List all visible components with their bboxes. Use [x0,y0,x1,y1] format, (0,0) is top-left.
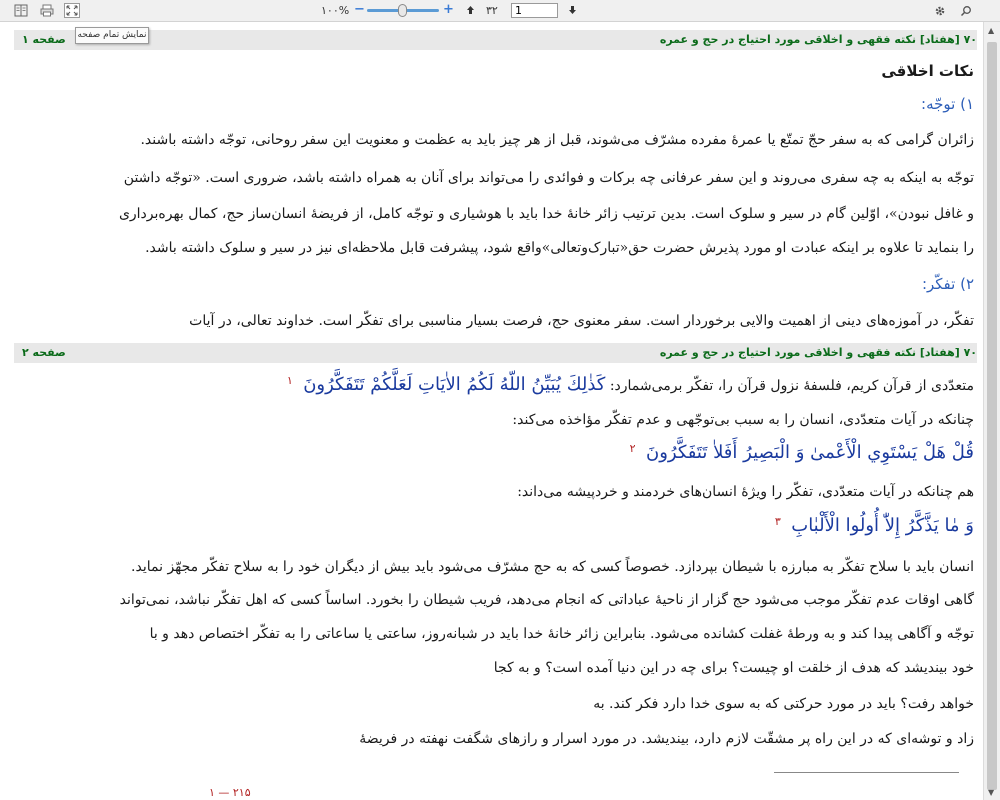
paragraph-line: متعدّدی از قرآن کریم، فلسفۀ نزول قرآن را… [287,374,974,395]
tooltip: نمایش تمام صفحه [75,27,149,44]
paragraph-line: و غافل نبودن»، اوّلین گام در سیر و سلوک … [118,206,974,222]
paragraph-line: توجّه به اینکه به چه سفری می‌روند و این … [123,170,974,186]
paragraph-line: تفکّر، در آموزه‌های دینی از اهمیت والایی… [189,313,974,329]
document-view[interactable]: ۷۰ [هفتاد] نکته فقهی و اخلاقی مورد احتیا… [0,22,983,800]
page-label: صفحه ۲ [22,346,66,359]
paragraph-line: چنانکه در آیات متعدّدی، انسان را به سبب … [512,412,974,428]
paragraph-line: توجّه و آگاهی پیدا کند و به ورطۀ غفلت کش… [149,626,974,642]
quran-verse: وَ مٰا يَذَّكَّرُ إِلاّٰ أُولُوا الْأَلْ… [791,515,974,536]
zoom-in-button[interactable]: + [443,2,454,17]
page-label: صفحه ۱ [22,33,66,46]
arrow-up-icon[interactable] [462,3,478,18]
scroll-up-icon[interactable]: ▲ [988,26,994,35]
footnote-ref[interactable]: ۲ [630,442,636,455]
book-icon[interactable] [13,3,29,18]
zoom-out-button[interactable]: − [354,2,365,17]
book-title: ۷۰ [هفتاد] نکته فقهی و اخلاقی مورد احتیا… [659,33,977,46]
toolbar: ۱۰۰% − + ۳۲ [0,0,1000,22]
page-total: ۳۲ [486,4,498,17]
paragraph-line: زاد و توشه‌ای که در این راه پر مشقّت لاز… [359,731,974,747]
vertical-scrollbar[interactable]: ▲ ▼ [983,22,1000,800]
footnote-divider [774,772,959,773]
paragraph-line: هم چنانکه در آیات متعدّدی، تفکّر را ویژۀ… [517,484,974,500]
section-heading: نکات اخلاقی [881,62,974,80]
page-header-2: ۷۰ [هفتاد] نکته فقهی و اخلاقی مورد احتیا… [14,343,977,363]
search-icon[interactable] [958,3,974,18]
paragraph-line: خود بیندیشد که هدف از خلقت او چیست؟ برای… [493,660,974,676]
paragraph-line: انسان باید با سلاح تفکّر به مبارزه با شی… [131,559,974,575]
arrow-down-icon[interactable] [564,3,580,18]
subheading-attention: ۱) توجّه: [921,95,974,113]
paragraph-line: را بنماید تا علاوه بر اینکه عبادت او مور… [145,240,974,256]
paragraph-line: خواهد رفت؟ باید در مورد حرکتی که به سوی … [593,696,974,712]
book-title: ۷۰ [هفتاد] نکته فقهی و اخلاقی مورد احتیا… [659,346,977,359]
scroll-thumb[interactable] [987,42,997,790]
footnote-ref[interactable]: ۱ [287,374,293,387]
print-icon[interactable] [39,3,55,18]
paragraph-line: زائران گرامی که به سفر حجّ تمتّع یا عمرۀ… [140,132,974,148]
subheading-reflection: ۲) تفکّر: [921,275,974,293]
footnote-ref[interactable]: ۳ [775,515,781,528]
paragraph-line: گاهی اوقات عدم تفکّر موجب می‌شود حج گزار… [119,592,974,608]
text-run: متعدّدی از قرآن کریم، فلسفۀ نزول قرآن را… [609,378,974,394]
verse-line: قُلْ هَلْ يَسْتَوِي الْأَعْمىٰ وَ الْبَص… [630,442,974,463]
fullscreen-icon[interactable] [64,3,80,18]
zoom-slider-thumb[interactable] [398,4,407,17]
page-header-1: ۷۰ [هفتاد] نکته فقهی و اخلاقی مورد احتیا… [14,30,977,50]
page-number-input[interactable] [511,3,558,18]
page-number: ۱ — ۲۱۵ [209,786,251,799]
scroll-down-icon[interactable]: ▼ [988,788,994,797]
quran-verse: قُلْ هَلْ يَسْتَوِي الْأَعْمىٰ وَ الْبَص… [646,442,974,463]
verse-line: وَ مٰا يَذَّكَّرُ إِلاّٰ أُولُوا الْأَلْ… [775,515,974,536]
zoom-level: ۱۰۰% [321,4,350,17]
quran-verse: كَذٰلِكَ يُبَيِّنُ اللّهُ لَكُمُ الاٰيَا… [303,374,606,395]
settings-icon[interactable] [932,3,948,18]
